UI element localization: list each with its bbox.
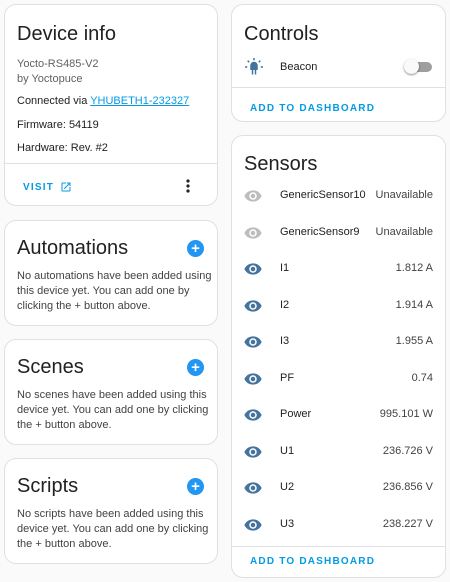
eye-icon[interactable] xyxy=(244,445,262,459)
sensor-row[interactable]: U3 238.227 V xyxy=(232,508,445,544)
controls-add-to-dashboard[interactable]: ADD TO DASHBOARD xyxy=(250,103,375,114)
eye-icon[interactable] xyxy=(244,299,262,313)
sensors-title: Sensors xyxy=(244,153,318,175)
sensor-name: U2 xyxy=(280,481,295,493)
sensor-name: U1 xyxy=(280,444,295,457)
scenes-card: Scenes + No scenes have been added using… xyxy=(4,339,218,445)
eye-icon[interactable] xyxy=(244,372,262,386)
controls-title: Controls xyxy=(244,23,319,45)
automations-empty-text: No automations have been added using thi… xyxy=(17,270,212,312)
eye-icon[interactable] xyxy=(244,335,262,349)
sensor-row[interactable]: GenericSensor9 Unavailable xyxy=(232,216,445,252)
scripts-empty-text: No scripts have been added using this de… xyxy=(17,508,209,550)
sensor-name: I3 xyxy=(280,335,290,347)
eye-icon[interactable] xyxy=(244,481,262,495)
beacon-toggle[interactable] xyxy=(404,59,432,74)
sensor-row[interactable]: I2 1.914 A xyxy=(232,289,445,325)
more-vert-icon[interactable] xyxy=(181,178,195,194)
sensor-value: 1.914 A xyxy=(395,298,433,311)
sensor-row[interactable]: Power 995.101 W xyxy=(232,398,445,434)
sensor-name: GenericSensor9 xyxy=(280,225,360,238)
controls-card: Controls Beacon ADD TO DASHBOARD xyxy=(231,4,446,122)
eye-icon[interactable] xyxy=(244,408,262,422)
toggle-thumb xyxy=(404,59,419,74)
sensor-row[interactable]: I3 1.955 A xyxy=(232,325,445,361)
sensor-name: GenericSensor10 xyxy=(280,189,366,201)
sensor-value: 0.74 xyxy=(411,371,433,384)
sensor-name: PF xyxy=(280,371,295,384)
automations-card: Automations + No automations have been a… xyxy=(4,220,218,326)
device-model: Yocto-RS485-V2 xyxy=(17,58,99,70)
sensor-name: I2 xyxy=(280,298,290,311)
led-icon xyxy=(245,58,263,75)
visit-label: VISIT xyxy=(23,181,55,193)
device-info-card: Device info Yocto-RS485-V2 by Yoctopuce … xyxy=(4,4,218,206)
add-script-button[interactable]: + xyxy=(187,478,204,495)
controls-divider xyxy=(232,87,445,88)
add-scene-button[interactable]: + xyxy=(187,359,204,376)
automations-title: Automations xyxy=(17,237,129,259)
add-automation-button[interactable]: + xyxy=(187,240,204,257)
sensor-value: 238.227 V xyxy=(382,517,433,530)
scripts-title: Scripts xyxy=(17,475,79,497)
eye-icon[interactable] xyxy=(244,189,262,203)
visit-button[interactable]: VISIT xyxy=(23,178,72,196)
sensors-divider xyxy=(232,546,445,547)
scenes-empty-text: No scenes have been added using this dev… xyxy=(17,389,209,431)
firmware-version: Firmware: 54119 xyxy=(17,119,99,131)
open-in-new-icon xyxy=(61,182,71,192)
sensor-value: Unavailable xyxy=(375,189,433,201)
sensors-add-to-dashboard[interactable]: ADD TO DASHBOARD xyxy=(250,556,375,567)
eye-icon[interactable] xyxy=(244,226,262,240)
control-label-beacon: Beacon xyxy=(280,61,318,73)
sensor-name: U3 xyxy=(280,517,295,530)
sensor-value: 995.101 W xyxy=(379,408,433,420)
sensor-name: Power xyxy=(280,408,312,420)
hub-link[interactable]: YHUBETH1-232327 xyxy=(90,95,189,107)
control-row-beacon[interactable]: Beacon xyxy=(232,55,445,81)
sensor-row[interactable]: GenericSensor10 Unavailable xyxy=(232,179,445,215)
connected-via: Connected via YHUBETH1-232327 xyxy=(17,95,189,107)
scripts-card: Scripts + No scripts have been added usi… xyxy=(4,458,218,564)
eye-icon[interactable] xyxy=(244,262,262,276)
sensor-value: 236.856 V xyxy=(382,481,433,493)
sensor-name: I1 xyxy=(280,262,290,274)
sensor-value: Unavailable xyxy=(375,225,433,238)
sensors-card: Sensors GenericSensor10 Unavailable Generi… xyxy=(231,135,446,578)
connected-via-label: Connected via xyxy=(17,95,91,107)
scenes-title: Scenes xyxy=(17,356,84,378)
sensor-value: 1.812 A xyxy=(395,262,433,274)
sensor-value: 236.726 V xyxy=(382,444,433,457)
device-info-divider xyxy=(5,163,217,164)
sensor-value: 1.955 A xyxy=(395,335,433,347)
hardware-version: Hardware: Rev. #2 xyxy=(17,142,108,154)
sensor-row[interactable]: I1 1.812 A xyxy=(232,252,445,288)
sensor-row[interactable]: U1 236.726 V xyxy=(232,435,445,471)
device-manufacturer: by Yoctopuce xyxy=(17,73,83,85)
sensor-row[interactable]: PF 0.74 xyxy=(232,362,445,398)
device-info-title: Device info xyxy=(17,23,116,45)
eye-icon[interactable] xyxy=(244,518,262,532)
sensor-row[interactable]: U2 236.856 V xyxy=(232,471,445,507)
